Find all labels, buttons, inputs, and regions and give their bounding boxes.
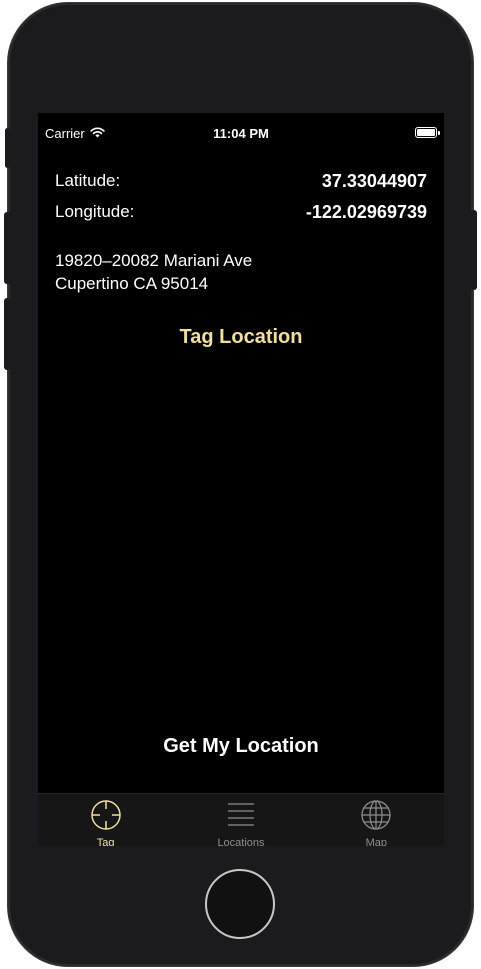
longitude-row: Longitude: -122.02969739 [55,200,427,224]
address-line-2: Cupertino CA 95014 [55,274,209,293]
longitude-value: -122.02969739 [305,201,427,222]
power-button [471,210,477,290]
latitude-value: 37.33044907 [321,170,427,191]
address-line-1: 19820–20082 Mariani Ave [55,251,253,270]
globe-icon [360,799,392,836]
address-block: 19820–20082 Mariani Ave Cupertino CA 950… [55,249,252,295]
volume-up-button [4,212,10,284]
screen: Carrier 11:04 PM Latitude: 37.33044907 L… [38,113,444,846]
get-my-location-button[interactable]: Get My Location [38,735,444,758]
tab-locations[interactable]: Locations [173,794,308,846]
latitude-label: Latitude: [55,171,121,190]
tab-map[interactable]: Map [309,794,444,846]
tab-tag-label: Tag [96,837,115,846]
tab-tag[interactable]: Tag [38,794,173,846]
tab-map-label: Map [365,837,388,846]
longitude-label: Longitude: [55,202,135,221]
clock: 11:04 PM [213,126,269,141]
mute-switch [5,128,10,168]
list-lines-icon [225,799,257,836]
status-bar: Carrier 11:04 PM [38,113,444,153]
battery-icon [415,127,440,138]
tab-locations-label: Locations [217,837,265,846]
crosshair-icon [90,799,122,836]
latitude-row: Latitude: 37.33044907 [55,169,427,193]
home-button[interactable] [205,869,275,939]
volume-down-button [4,298,10,370]
tab-bar: Tag Locations Map [38,793,444,846]
tag-location-button[interactable]: Tag Location [38,326,444,349]
